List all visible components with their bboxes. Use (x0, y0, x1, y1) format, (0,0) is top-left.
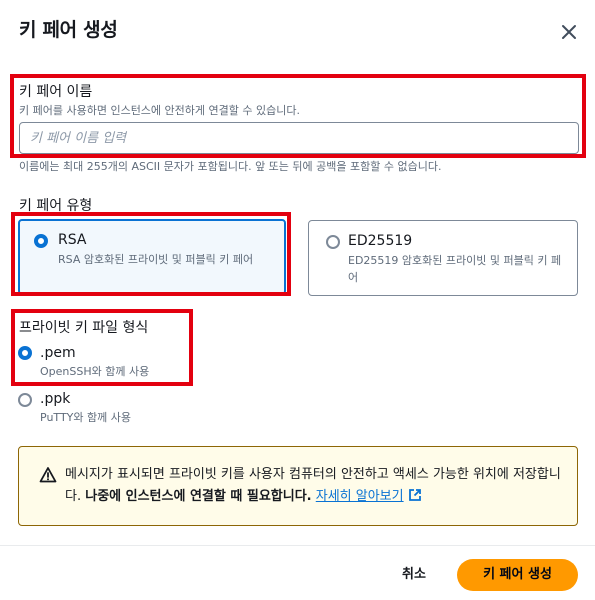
key-name-input[interactable] (19, 122, 579, 154)
key-name-constraint: 이름에는 최대 255개의 ASCII 문자가 포함됩니다. 앞 또는 뒤에 공… (19, 160, 442, 173)
key-format-label: 프라이빗 키 파일 형식 (19, 320, 149, 336)
key-name-description: 키 페어를 사용하면 인스턴스에 안전하게 연결할 수 있습니다. (19, 104, 300, 117)
pem-label: .pem (40, 345, 76, 361)
create-key-pair-button[interactable]: 키 페어 생성 (457, 559, 578, 591)
pem-radio[interactable] (18, 346, 32, 360)
close-button[interactable] (557, 20, 581, 44)
close-icon (562, 25, 576, 39)
dialog-header: 키 페어 생성 (0, 0, 595, 62)
ed25519-description: ED25519 암호화된 프라이빗 및 퍼블릭 키 페어 (348, 254, 562, 284)
ppk-label: .ppk (40, 391, 71, 407)
ppk-radio[interactable] (18, 393, 32, 407)
warning-bold-message: 나중에 인스턴스에 연결할 때 필요합니다. (85, 489, 312, 504)
key-type-highlight (11, 212, 291, 296)
learn-more-label: 자세히 알아보기 (315, 489, 404, 504)
footer-divider (0, 545, 595, 546)
external-link-icon (408, 489, 421, 501)
ed25519-label: ED25519 (348, 233, 413, 249)
warning-text: 메시지가 표시되면 프라이빗 키를 사용자 컴퓨터의 안전하고 액세스 가능한 … (65, 464, 565, 508)
ppk-description: PuTTY와 함께 사용 (40, 411, 131, 424)
key-name-label: 키 페어 이름 (19, 84, 93, 100)
warning-alert: 메시지가 표시되면 프라이빗 키를 사용자 컴퓨터의 안전하고 액세스 가능한 … (18, 446, 578, 526)
key-type-option-ed25519[interactable]: ED25519 ED25519 암호화된 프라이빗 및 퍼블릭 키 페어 (308, 220, 578, 296)
dialog-title: 키 페어 생성 (19, 19, 118, 41)
pem-description: OpenSSH와 함께 사용 (40, 365, 150, 378)
cancel-button[interactable]: 취소 (386, 560, 442, 590)
ed25519-radio[interactable] (326, 235, 340, 249)
learn-more-link[interactable]: 자세히 알아보기 (316, 489, 422, 504)
warning-icon (39, 467, 57, 483)
